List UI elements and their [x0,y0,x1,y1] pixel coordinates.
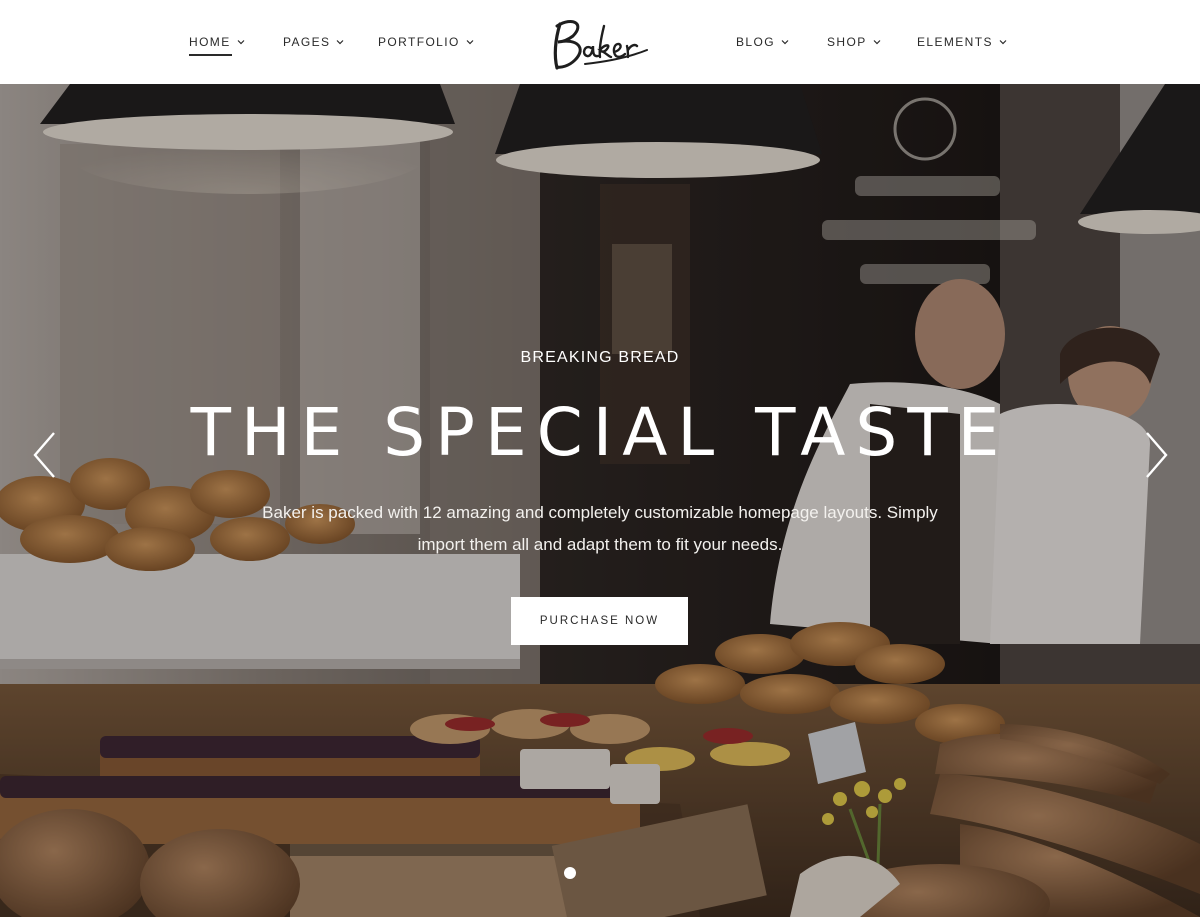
nav-item-label: SHOP [827,35,867,49]
nav-item-elements[interactable]: ELEMENTS [917,34,1007,50]
nav-item-portfolio[interactable]: PORTFOLIO [378,34,474,50]
chevron-down-icon [999,40,1007,45]
baker-logo[interactable] [551,12,651,72]
nav-item-label: PAGES [283,35,331,49]
nav-item-label: HOME [189,35,231,49]
chevron-down-icon [781,40,789,45]
nav-item-label: PORTFOLIO [378,35,460,49]
chevron-down-icon [873,40,881,45]
nav-item-label: BLOG [736,35,775,49]
chevron-down-icon [466,40,474,45]
chevron-down-icon [237,40,245,45]
purchase-now-button[interactable]: PURCHASE NOW [511,597,688,645]
nav-item-home[interactable]: HOME [189,34,245,56]
chevron-down-icon [337,40,344,45]
slide-indicator-dot[interactable] [564,867,576,879]
chevron-right-icon[interactable] [1141,430,1171,480]
hero-slider: BREAKING BREAD THE SPECIAL TASTE Baker i… [0,84,1200,917]
hero-description: Baker is packed with 12 amazing and comp… [262,503,938,554]
nav-item-label: ELEMENTS [917,35,993,49]
chevron-left-icon[interactable] [30,430,60,480]
hero-title: THE SPECIAL TASTE [190,394,1010,471]
hero-eyebrow: BREAKING BREAD [520,349,680,366]
site-header: HOME PAGES PORTFOLIO BLOG SHOP ELEMENTS [0,0,1200,84]
nav-item-pages[interactable]: PAGES [283,34,344,50]
nav-item-shop[interactable]: SHOP [827,34,881,50]
nav-item-blog[interactable]: BLOG [736,34,789,50]
